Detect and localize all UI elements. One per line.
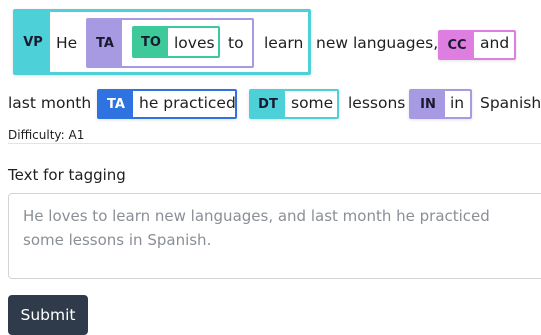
- word-to: to: [228, 34, 244, 52]
- word-and: and: [480, 34, 510, 52]
- text-for-tagging-label: Text for tagging: [8, 166, 126, 184]
- word-lessons: lessons: [348, 94, 406, 112]
- word-spanish: Spanish.: [480, 94, 541, 112]
- vp-tag[interactable]: VP: [16, 12, 50, 72]
- word-last-month: last month: [8, 94, 92, 112]
- word-new-languages: new languages,: [316, 34, 439, 52]
- word-in: in: [450, 94, 465, 112]
- ta-blue-tag[interactable]: TA: [99, 91, 133, 117]
- submit-button[interactable]: Submit: [8, 295, 88, 335]
- to-tag[interactable]: TO: [134, 28, 168, 56]
- divider: [8, 143, 541, 144]
- word-loves: loves: [174, 34, 215, 52]
- in-tag[interactable]: IN: [411, 91, 445, 117]
- cc-tag[interactable]: CC: [440, 32, 474, 58]
- word-he: He: [56, 34, 78, 52]
- dt-tag[interactable]: DT: [251, 91, 285, 117]
- word-some: some: [291, 94, 334, 112]
- difficulty-label: Difficulty: A1: [8, 128, 85, 142]
- word-learn: learn: [264, 34, 304, 52]
- ta-tag[interactable]: TA: [88, 20, 122, 66]
- word-he-practiced: he practiced: [139, 94, 236, 112]
- text-for-tagging-input[interactable]: He loves to learn new languages, and las…: [8, 193, 541, 279]
